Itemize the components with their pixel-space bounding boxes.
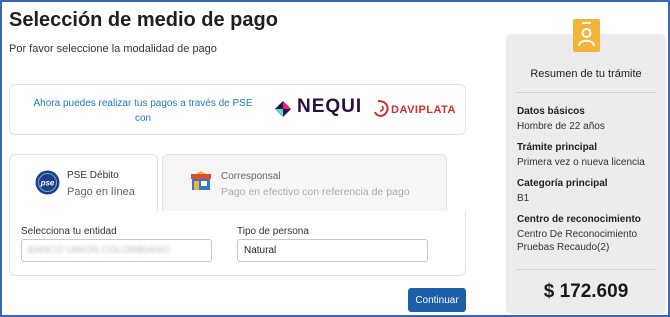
summary-center-value: Centro De Reconocimiento Pruebas Recaudo… — [517, 229, 638, 253]
window-frame: Selección de medio de pago Por favor sel… — [0, 0, 670, 317]
summary-category-label: Categoría principal — [517, 178, 608, 189]
tab-corresponsal[interactable]: Corresponsal Pago en efectivo con refere… — [162, 154, 447, 212]
tab-corresponsal-title: Corresponsal — [221, 171, 281, 182]
summary-basic-data-label: Datos básicos — [517, 106, 585, 117]
summary-divider — [516, 92, 656, 93]
total-amount: $ 172.609 — [543, 281, 629, 302]
promo-banner: Ahora puedes realizar tus pagos a través… — [9, 84, 466, 135]
person-type-value: Natural — [244, 245, 277, 256]
summary-divider — [516, 269, 656, 270]
store-icon — [191, 171, 211, 190]
promo-text: Ahora puedes realizar tus pagos a través… — [33, 98, 253, 124]
page-title: Selección de medio de pago — [9, 9, 278, 31]
daviplata-logo-icon — [374, 100, 389, 117]
tab-corresponsal-subtitle: Pago en efectivo con referencia de pago — [221, 186, 410, 198]
nequi-logo-icon — [275, 101, 291, 117]
pse-form-panel: Selecciona tu entidad BANCO UNION COLOMB… — [9, 211, 466, 276]
summary-procedure-label: Trámite principal — [517, 142, 598, 153]
pse-icon: pse — [35, 170, 60, 195]
page-subtitle: Por favor seleccione la modalidad de pag… — [9, 43, 217, 55]
nequi-brand: NEQUI — [297, 96, 363, 117]
daviplata-brand: DAVIPLATA — [391, 104, 456, 116]
summary-center-label: Centro de reconocimiento — [517, 214, 641, 225]
svg-text:pse: pse — [40, 179, 55, 188]
tab-pse-debito[interactable]: pse PSE Débito Pago en línea — [9, 154, 158, 212]
person-type-label: Tipo de persona — [237, 226, 309, 237]
entity-select[interactable]: BANCO UNION COLOMBIANO — [21, 239, 212, 262]
entity-value: BANCO UNION COLOMBIANO — [28, 245, 170, 256]
summary-procedure-value: Primera vez o nueva licencia — [517, 157, 645, 168]
entity-label: Selecciona tu entidad — [21, 226, 117, 237]
tab-pse-subtitle: Pago en línea — [67, 186, 135, 198]
person-type-select[interactable]: Natural — [237, 239, 428, 262]
continue-button[interactable]: Continuar — [408, 288, 466, 312]
summary-title: Resumen de tu trámite — [530, 68, 642, 80]
summary-category-value: B1 — [517, 193, 530, 204]
id-badge-icon — [573, 19, 600, 52]
tab-pse-title: PSE Débito — [67, 170, 119, 181]
summary-basic-data-value: Hombre de 22 años — [517, 121, 605, 132]
